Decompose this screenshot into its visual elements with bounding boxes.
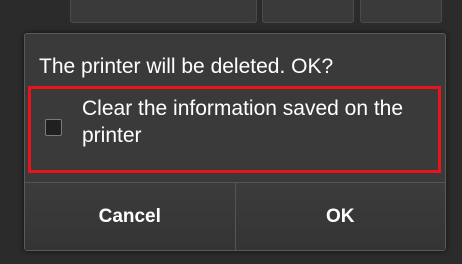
cancel-button[interactable]: Cancel: [25, 183, 236, 250]
clear-info-checkbox[interactable]: [45, 119, 62, 136]
clear-info-option[interactable]: Clear the information saved on the print…: [28, 86, 441, 173]
dialog-message: The printer will be deleted. OK?: [39, 55, 334, 78]
dialog-button-row: Cancel OK: [25, 182, 445, 250]
clear-info-label[interactable]: Clear the information saved on the print…: [82, 95, 422, 149]
background-tab: [262, 0, 354, 23]
background-tab: [360, 0, 442, 23]
delete-printer-dialog: The printer will be deleted. OK? Clear t…: [24, 33, 446, 251]
background-tab: [70, 0, 257, 23]
ok-button[interactable]: OK: [235, 183, 445, 250]
